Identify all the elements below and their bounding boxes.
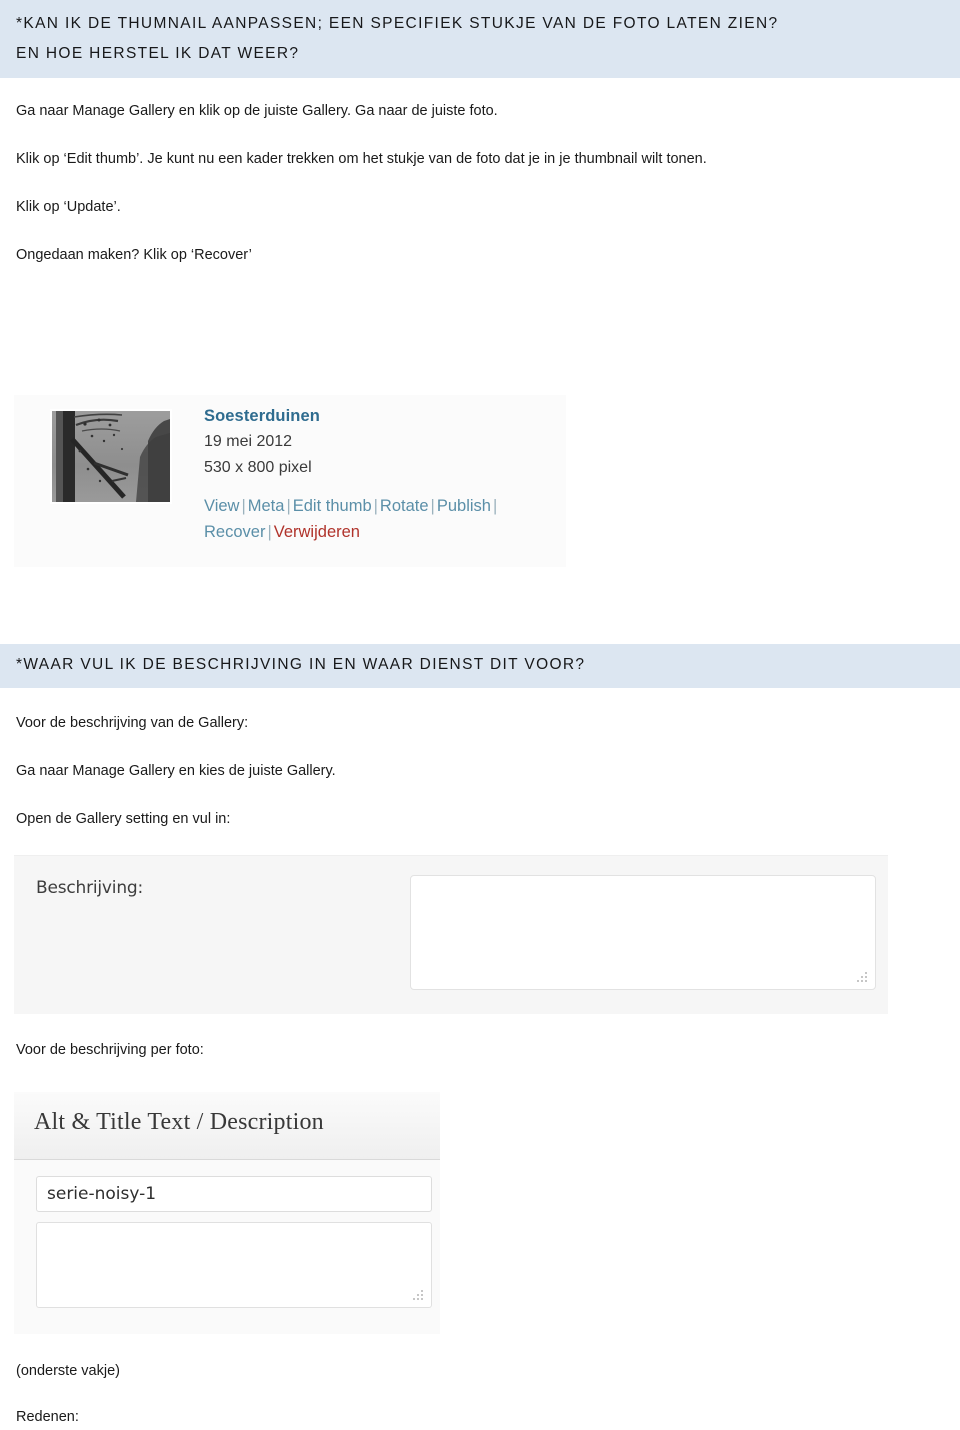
- paragraph-ongedaan-maken: Ongedaan maken? Klik op ‘Recover’: [16, 247, 252, 263]
- screenshot-gallery-item: Soesterduinen 19 mei 2012 530 x 800 pixe…: [14, 395, 566, 567]
- beschrijving-label: Beschrijving:: [36, 878, 144, 898]
- paragraph-edit-thumb: Klik op ‘Edit thumb’. Je kunt nu een kad…: [16, 151, 707, 167]
- alt-title-panel-header: Alt & Title Text / Description: [14, 1092, 440, 1160]
- section-heading-line-2: EN HOE HERSTEL IK DAT WEER?: [16, 45, 300, 62]
- gallery-action-verwijderen[interactable]: Verwijderen: [274, 523, 360, 541]
- section-heading-beschrijving: *WAAR VUL IK DE BESCHRIJVING IN EN WAAR …: [0, 644, 960, 688]
- resize-grip-icon[interactable]: [857, 972, 869, 984]
- gallery-action-meta[interactable]: Meta: [248, 497, 285, 515]
- beschrijving-textarea[interactable]: [410, 875, 876, 990]
- action-separator: |: [492, 497, 498, 515]
- gallery-action-publish[interactable]: Publish: [437, 497, 491, 515]
- action-separator: |: [286, 497, 291, 515]
- paragraph-redenen: Redenen:: [16, 1409, 79, 1425]
- gallery-action-edit-thumb[interactable]: Edit thumb: [293, 497, 372, 515]
- gallery-actions-row-1: View | Meta | Edit thumb | Rotate | Publish |: [204, 493, 564, 519]
- alt-title-panel-heading: Alt & Title Text / Description: [34, 1109, 324, 1135]
- gallery-action-view[interactable]: View: [204, 497, 239, 515]
- gallery-thumbnail[interactable]: [50, 409, 172, 504]
- gallery-thumbnail-image: [52, 411, 170, 502]
- gallery-item-title: Soesterduinen: [204, 407, 320, 425]
- gallery-item-dimensions: 530 x 800 pixel: [204, 459, 312, 476]
- action-separator: |: [241, 497, 246, 515]
- action-separator: |: [267, 523, 272, 541]
- gallery-item-actions: View | Meta | Edit thumb | Rotate | Publish | Rec…: [204, 493, 564, 545]
- gallery-action-recover[interactable]: Recover: [204, 523, 265, 541]
- paragraph-open-gallery-setting: Open de Gallery setting en vul in:: [16, 811, 231, 827]
- gallery-item-meta: Soesterduinen 19 mei 2012 530 x 800 pixe…: [204, 403, 564, 545]
- gallery-actions-row-2: Recover | Verwijderen: [204, 519, 564, 545]
- action-separator: |: [373, 497, 378, 515]
- paragraph-manage-gallery-kies: Ga naar Manage Gallery en kies de juiste…: [16, 763, 336, 779]
- paragraph-voor-beschrijving-gallery: Voor de beschrijving van de Gallery:: [16, 715, 249, 731]
- resize-grip-icon[interactable]: [413, 1290, 425, 1302]
- section-heading-line-1: *KAN IK DE THUMNAIL AANPASSEN; EEN SPECI…: [16, 15, 779, 32]
- section-heading-thumbnail: *KAN IK DE THUMNAIL AANPASSEN; EEN SPECI…: [0, 0, 960, 78]
- paragraph-onderste-vakje: (onderste vakje): [16, 1363, 120, 1379]
- action-separator: |: [430, 497, 435, 515]
- screenshot-alt-title-description: Alt & Title Text / Description serie-noi…: [14, 1092, 440, 1334]
- paragraph-goto-manage-gallery: Ga naar Manage Gallery en klik op de jui…: [16, 103, 498, 119]
- alt-title-text-input[interactable]: serie-noisy-1: [36, 1176, 432, 1212]
- section-heading-line-1: *WAAR VUL IK DE BESCHRIJVING IN EN WAAR …: [16, 656, 586, 673]
- paragraph-voor-beschrijving-per-foto: Voor de beschrijving per foto:: [16, 1042, 204, 1058]
- gallery-item-date: 19 mei 2012: [204, 433, 293, 450]
- paragraph-klik-update: Klik op ‘Update’.: [16, 199, 121, 215]
- gallery-action-rotate[interactable]: Rotate: [380, 497, 429, 515]
- screenshot-gallery-settings: Beschrijving:: [14, 855, 888, 1014]
- alt-description-textarea[interactable]: [36, 1222, 432, 1308]
